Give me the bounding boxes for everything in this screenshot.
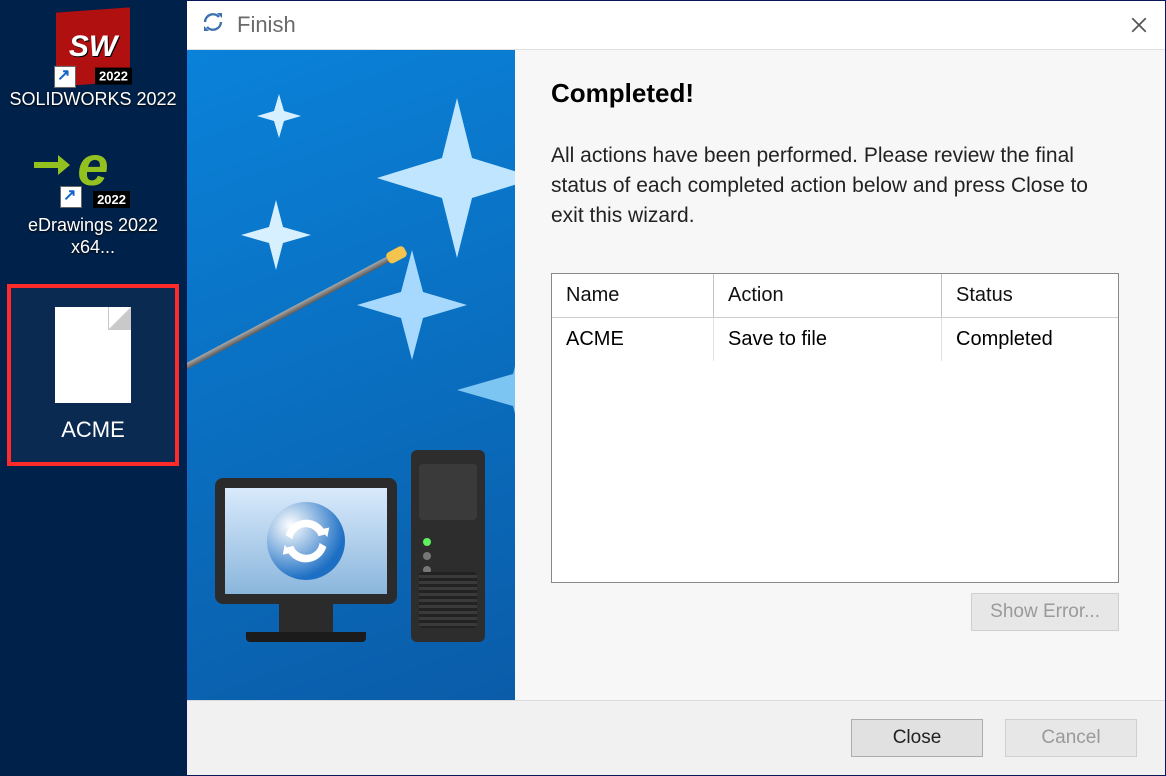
year-badge: 2022 <box>95 68 132 85</box>
wizard-dialog: Finish Completed! <box>186 0 1166 776</box>
cell-name: ACME <box>552 318 714 361</box>
col-action[interactable]: Action <box>714 274 942 317</box>
file-icon <box>55 307 131 403</box>
edrawings-icon: e 2022 <box>56 136 130 210</box>
desktop-shortcut-edrawings[interactable]: e 2022 eDrawings 2022 x64... <box>6 136 180 258</box>
desktop-shortcut-label: SOLIDWORKS 2022 <box>6 88 180 110</box>
show-error-button: Show Error... <box>971 593 1119 631</box>
col-status[interactable]: Status <box>942 274 1118 317</box>
desktop-shortcut-solidworks[interactable]: 2022 SOLIDWORKS 2022 <box>6 10 180 110</box>
year-badge: 2022 <box>93 191 130 208</box>
desktop-file-acme[interactable]: ACME <box>7 284 179 466</box>
title-bar: Finish <box>187 1 1165 49</box>
desktop-strip: 2022 SOLIDWORKS 2022 e 2022 eDrawings 20… <box>0 0 186 776</box>
solidworks-icon: 2022 <box>56 7 130 86</box>
page-heading: Completed! <box>551 78 1119 109</box>
desktop-file-label: ACME <box>61 417 125 443</box>
sync-icon <box>267 502 345 580</box>
col-name[interactable]: Name <box>552 274 714 317</box>
wizard-artwork <box>187 50 515 700</box>
wizard-main-pane: Completed! All actions have been perform… <box>515 50 1165 700</box>
desktop-shortcut-label: eDrawings 2022 x64... <box>6 214 180 258</box>
cell-status: Completed <box>942 318 1118 361</box>
table-header: Name Action Status <box>552 274 1118 318</box>
shortcut-overlay-icon <box>54 66 76 88</box>
table-row[interactable]: ACME Save to file Completed <box>552 318 1118 361</box>
window-title: Finish <box>237 12 296 38</box>
close-icon[interactable] <box>1119 8 1159 42</box>
cancel-button: Cancel <box>1005 719 1137 757</box>
refresh-icon <box>201 10 225 40</box>
dialog-footer: Close Cancel <box>187 700 1165 775</box>
results-table: Name Action Status ACME Save to file Com… <box>551 273 1119 583</box>
cell-action: Save to file <box>714 318 942 361</box>
shortcut-overlay-icon <box>60 186 82 208</box>
page-description: All actions have been performed. Please … <box>551 141 1119 231</box>
close-button[interactable]: Close <box>851 719 983 757</box>
